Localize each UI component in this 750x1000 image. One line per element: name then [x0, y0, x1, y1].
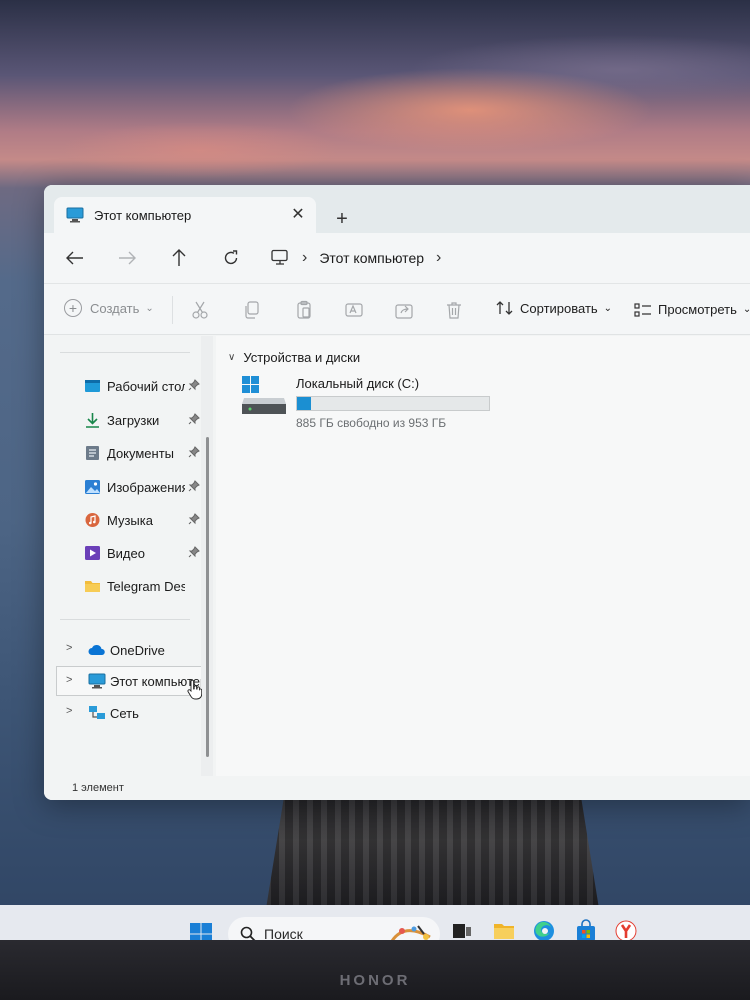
create-label: Создать [90, 300, 140, 316]
sidebar-item-label: OneDrive [110, 642, 165, 658]
plus-circle-icon: + [64, 299, 82, 317]
monitor-bezel [0, 940, 750, 1000]
navigation-pane: Рабочий стол Загрузки Документы Изображе… [44, 336, 216, 776]
sidebar-item-pictures[interactable]: Изображения [84, 475, 214, 499]
drive-name: Локальный диск (C:) [296, 376, 420, 391]
paste-icon[interactable] [294, 300, 314, 320]
copy-icon[interactable] [242, 300, 262, 320]
address-bar[interactable]: › Этот компьютер › [270, 241, 750, 275]
folder-icon [85, 581, 100, 592]
tab-title: Этот компьютер [94, 207, 192, 223]
hard-drive-icon [242, 376, 286, 414]
drive-free-space: 885 ГБ свободно из 953 ГБ [296, 416, 447, 430]
sidebar-item-label: Telegram Desktop [107, 578, 185, 594]
sidebar-item-documents[interactable]: Документы [84, 441, 214, 465]
drive-usage-bar [296, 396, 490, 411]
sidebar-item-label: Документы [107, 445, 175, 461]
pin-icon[interactable] [188, 546, 200, 558]
chevron-right-icon[interactable]: > [66, 705, 72, 717]
view-button[interactable]: Просмотреть ⌄ [634, 302, 750, 317]
rename-icon[interactable] [344, 300, 364, 320]
share-icon[interactable] [394, 300, 414, 320]
sidebar-item-network[interactable]: Сеть [88, 701, 139, 725]
drive-tile-c[interactable]: Локальный диск (C:) 885 ГБ свободно из 9… [240, 372, 510, 432]
item-count: 1 элемент [72, 782, 124, 794]
hand-cursor-icon [187, 680, 202, 700]
sidebar-item-label: Видео [107, 545, 145, 561]
chevron-right-icon[interactable]: › [436, 249, 441, 267]
computer-icon [66, 207, 84, 223]
refresh-button[interactable] [218, 245, 244, 271]
sidebar-item-label: Рабочий стол [107, 378, 185, 394]
cloud-icon [88, 644, 105, 655]
group-header-devices[interactable]: ∨ Устройства и диски [228, 350, 360, 365]
pin-icon[interactable] [188, 480, 200, 492]
sidebar-item-label: Сеть [110, 705, 139, 721]
videos-icon [85, 546, 100, 560]
computer-outline-icon [271, 249, 288, 265]
cut-icon[interactable] [190, 300, 210, 320]
status-bar: 1 элемент [44, 776, 750, 800]
sidebar-item-downloads[interactable]: Загрузки [84, 408, 214, 432]
forward-button[interactable] [114, 245, 140, 271]
network-icon [89, 706, 105, 719]
arrow-up-icon [172, 249, 186, 266]
chevron-down-icon: ⌄ [145, 302, 154, 314]
sidebar-item-videos[interactable]: Видео [84, 541, 214, 565]
wallpaper-pier [265, 790, 600, 915]
delete-icon[interactable] [444, 300, 464, 320]
sort-button[interactable]: Сортировать ⌄ [496, 300, 612, 316]
sidebar-item-label: Загрузки [107, 412, 160, 428]
sidebar-item-desktop[interactable]: Рабочий стол [84, 374, 214, 398]
tab-close-button[interactable]: ✕ [288, 205, 308, 225]
sidebar-divider [60, 619, 190, 620]
computer-icon [88, 673, 106, 689]
command-bar: + Создать ⌄ Сортировать ⌄ Просмотреть ⌄ [44, 283, 750, 335]
sidebar-item-music[interactable]: Музыка [84, 508, 214, 532]
pin-icon[interactable] [188, 379, 200, 391]
drive-usage-fill [297, 397, 311, 410]
chevron-down-icon: ∨ [228, 352, 236, 363]
sidebar-divider [60, 352, 190, 353]
downloads-icon [86, 413, 99, 428]
sidebar-item-telegram-desktop[interactable]: Telegram Desktop [84, 574, 214, 598]
desktop-icon [85, 380, 100, 392]
breadcrumb-this-pc[interactable]: Этот компьютер [319, 250, 424, 266]
chevron-right-icon[interactable]: > [66, 674, 72, 686]
navigation-bar: › Этот компьютер › [44, 233, 750, 283]
tab-bar: Этот компьютер ✕ + [44, 185, 750, 233]
back-button[interactable] [62, 245, 88, 271]
up-button[interactable] [166, 245, 192, 271]
tab-this-pc[interactable]: Этот компьютер ✕ [54, 197, 316, 233]
sort-icon [496, 301, 513, 315]
view-list-icon [634, 302, 651, 317]
content-pane: ∨ Устройства и диски Локальный диск (C:)… [216, 336, 750, 776]
sidebar-item-label: Изображения [107, 479, 185, 495]
pin-icon[interactable] [188, 513, 200, 525]
refresh-icon [224, 250, 238, 265]
chevron-right-icon[interactable]: › [302, 249, 307, 267]
chevron-down-icon: ⌄ [603, 302, 613, 314]
chevron-down-icon: ⌄ [742, 304, 750, 315]
pin-icon[interactable] [188, 413, 200, 425]
music-icon [85, 513, 100, 527]
group-title: Устройства и диски [243, 350, 361, 365]
sidebar-item-label: Музыка [107, 512, 153, 528]
create-button[interactable]: + Создать ⌄ [64, 299, 154, 317]
monitor-brand-label: HONOR [339, 972, 411, 989]
pictures-icon [85, 480, 100, 494]
arrow-left-icon [66, 251, 83, 265]
chevron-right-icon[interactable]: > [66, 642, 72, 654]
documents-icon [86, 446, 99, 460]
new-tab-button[interactable]: + [330, 207, 354, 231]
sidebar-item-onedrive[interactable]: OneDrive [88, 638, 165, 662]
pin-icon[interactable] [188, 446, 200, 458]
view-label: Просмотреть [658, 302, 737, 317]
toolbar-divider [172, 296, 173, 324]
sidebar-scrollbar-thumb[interactable] [206, 437, 209, 757]
sort-label: Сортировать [520, 300, 598, 316]
file-explorer-window: Этот компьютер ✕ + › Этот компьютер › + … [44, 185, 750, 800]
arrow-right-icon [119, 251, 136, 265]
